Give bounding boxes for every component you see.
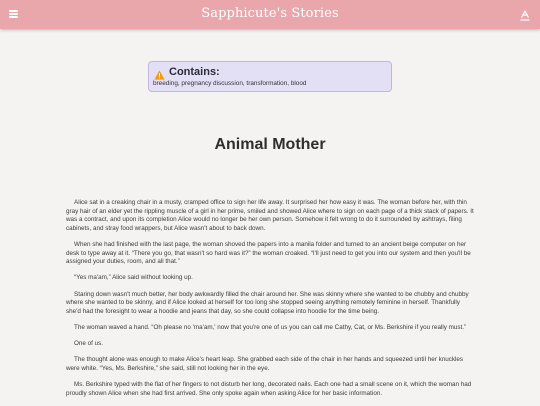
story-paragraph: Ms. Berkshire typed with the flat of her… xyxy=(66,381,472,397)
content-warning-label: Contains: xyxy=(169,66,220,78)
story-paragraph: The woman waved a hand. “Oh please no 'm… xyxy=(74,323,467,331)
content-warning-box: Contains: breeding, pregnancy discussion… xyxy=(148,61,392,92)
story-paragraph: Staring down wasn't much better, her bod… xyxy=(66,290,469,315)
top-app-bar: Sapphicute's Stories xyxy=(0,0,540,29)
content-warning-tags: breeding, pregnancy discussion, transfor… xyxy=(153,80,307,87)
story-paragraph: When she had finished with the last page… xyxy=(66,240,471,266)
story-body: Alice sat in a creaking chair in a musty… xyxy=(66,199,474,406)
content-warning-header: Contains: xyxy=(154,66,220,80)
story-paragraph: The thought alone was enough to make Ali… xyxy=(66,356,464,372)
site-title[interactable]: Sapphicute's Stories xyxy=(0,6,540,21)
story-paragraph: One of us. xyxy=(74,340,104,348)
story-paragraph: “Yes ma'am,” Alice said without looking … xyxy=(74,274,193,282)
story-paragraph: Alice sat in a creaking chair in a musty… xyxy=(66,199,474,232)
font-size-icon[interactable] xyxy=(520,8,530,21)
story-title: Animal Mother xyxy=(214,136,326,153)
warning-triangle-icon xyxy=(154,67,165,80)
